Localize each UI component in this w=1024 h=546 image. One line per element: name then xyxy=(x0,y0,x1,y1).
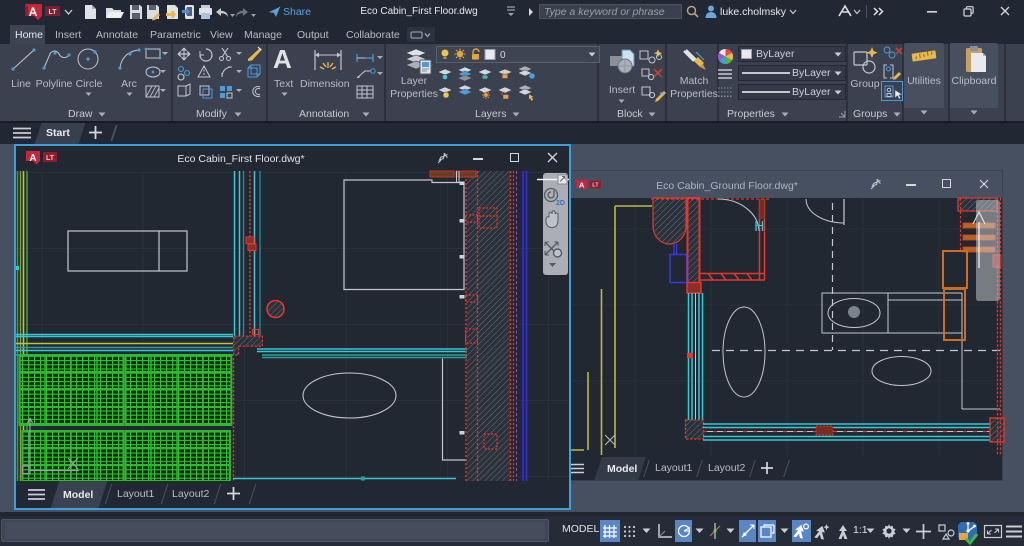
svg-text:2D: 2D xyxy=(556,200,565,207)
svg-text:0: 0 xyxy=(500,50,506,61)
